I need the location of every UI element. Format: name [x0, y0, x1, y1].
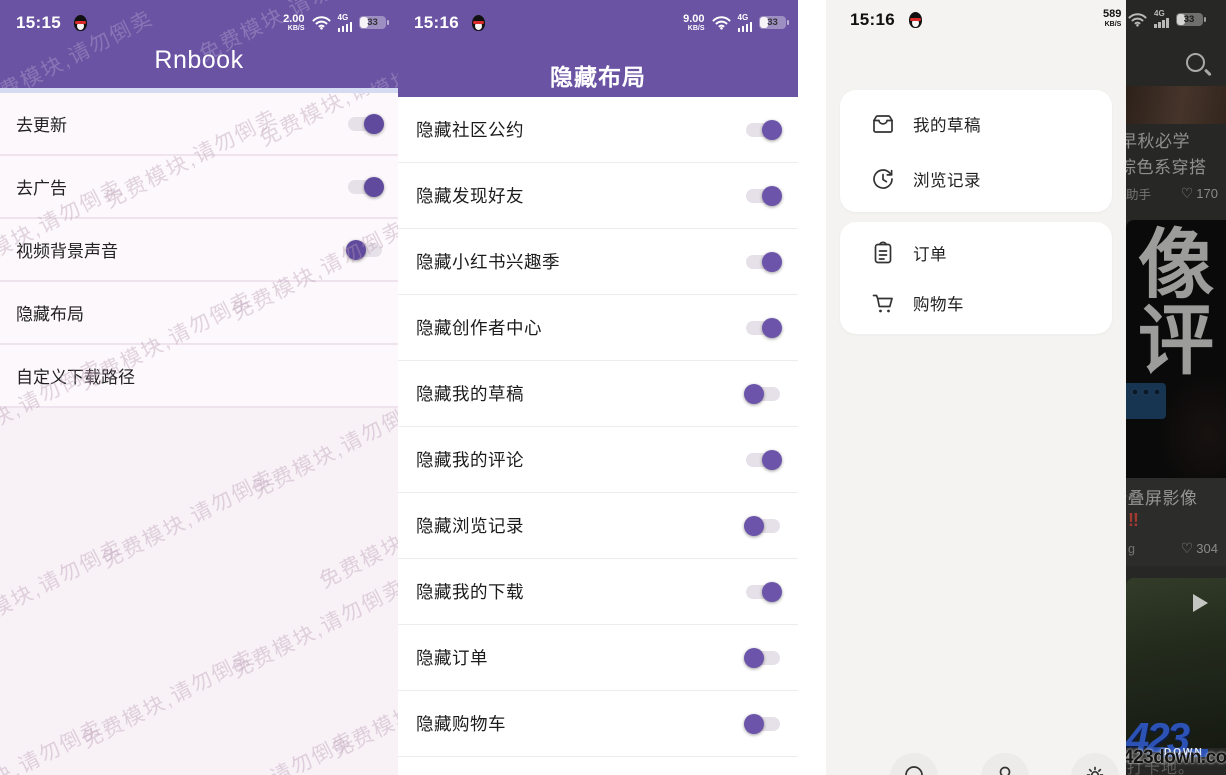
row-hide-community-rules[interactable]: 隐藏社区公约 [398, 97, 798, 163]
toggle-hide-my-drafts[interactable] [744, 383, 782, 405]
feed-post2-meta: g ♡ 304 [1126, 540, 1226, 557]
toggle-hide-interest-season[interactable] [744, 251, 782, 273]
heart-icon: ♡ [1181, 185, 1194, 202]
like-count[interactable]: ♡ 170 [1181, 185, 1218, 202]
row-hide-history[interactable]: 隐藏浏览记录 [398, 493, 798, 559]
panel1-status-bar: 15:15 2.00KB/S 4G [0, 0, 398, 40]
author-name: g [1128, 542, 1135, 556]
row-hide-interest-season[interactable]: 隐藏小红书兴趣季 [398, 229, 798, 295]
panel-module-home: 免费模块,请勿倒卖免费模块,请勿倒卖免费模块,请勿倒卖 15:15 2.00KB… [0, 0, 398, 775]
row-hide-orders[interactable]: 隐藏订单 [398, 625, 798, 691]
wifi-icon [1128, 12, 1147, 27]
setting-row-download-path[interactable]: 自定义下载路径 [0, 345, 398, 408]
person-icon [993, 763, 1017, 775]
toggle-hide-cart[interactable] [744, 713, 782, 735]
clock: 15:15 [16, 13, 61, 33]
drawer-surface: 15:16 589KB/S 我的草稿 [826, 0, 1126, 775]
inbox-icon [870, 111, 896, 137]
menu-item-history[interactable]: 浏览记录 [840, 151, 1112, 206]
menu-item-cart[interactable]: 购物车 [840, 278, 1112, 328]
search-icon[interactable] [1186, 53, 1212, 79]
feed-post2-title: 折叠屏影像 [1126, 484, 1198, 509]
panel2-header: 15:16 9.00KB/S 4G [398, 0, 798, 97]
feed-post1-title-line1: 早秋必学 [1126, 127, 1190, 152]
cart-icon [870, 290, 896, 316]
site-domain: 423down.com [1126, 747, 1226, 769]
settings-button[interactable] [1071, 753, 1119, 775]
qq-penguin-icon [908, 12, 923, 29]
author-name: 助手 [1126, 184, 1151, 203]
menu-item-orders[interactable]: 订单 [840, 228, 1112, 278]
post2-overlay-text: 评 [1126, 304, 1226, 380]
panel1-header: 免费模块,请勿倒卖免费模块,请勿倒卖免费模块,请勿倒卖 15:15 2.00KB… [0, 0, 398, 88]
play-icon [1193, 594, 1208, 612]
history-icon [870, 166, 896, 192]
setting-row-hide-layout[interactable]: 隐藏布局 [0, 282, 398, 345]
toggle-update[interactable] [346, 113, 384, 135]
heart-icon: ♡ [1181, 540, 1194, 557]
orders-icon [870, 240, 896, 266]
row-hide-my-comments[interactable]: 隐藏我的评论 [398, 427, 798, 493]
drawer-menu-card-top: 我的草稿 浏览记录 [840, 90, 1112, 212]
toggle-hide-find-friends[interactable] [744, 185, 782, 207]
row-hide-find-friends[interactable]: 隐藏发现好友 [398, 163, 798, 229]
toggle-hide-orders[interactable] [744, 647, 782, 669]
network-speed: 2.00KB/S [283, 14, 304, 33]
feed-post2-emphasis: ‼ [1128, 510, 1139, 531]
row-hide-my-drafts[interactable]: 隐藏我的草稿 [398, 361, 798, 427]
like-count[interactable]: ♡ 304 [1181, 540, 1218, 557]
toggle-hide-my-comments[interactable] [744, 449, 782, 471]
toggle-hide-community-rules[interactable] [744, 119, 782, 141]
panel-hide-layout: 15:16 9.00KB/S 4G [398, 0, 798, 775]
network-speed: 589KB/S [1103, 9, 1121, 28]
wifi-icon [712, 15, 731, 30]
page-title: 隐藏布局 [398, 58, 798, 92]
menu-item-my-drafts[interactable]: 我的草稿 [840, 96, 1112, 151]
toggle-video-bg-sound[interactable] [346, 239, 384, 261]
cellular-signal-icon: 4G [738, 14, 753, 32]
feed-post2-image[interactable]: 像 评 [1126, 220, 1226, 478]
panel2-status-bar: 15:16 9.00KB/S 4G [398, 0, 798, 40]
hide-layout-list: 隐藏社区公约 隐藏发现好友 隐藏小红书兴趣季 隐藏创作者中心 隐藏我的草稿 隐藏… [398, 97, 798, 757]
setting-row-update[interactable]: 去更新 [0, 93, 398, 156]
clock: 15:16 [414, 13, 459, 33]
battery-icon: 33 [1176, 13, 1203, 26]
toggle-remove-ads[interactable] [346, 176, 384, 198]
row-hide-creator-center[interactable]: 隐藏创作者中心 [398, 295, 798, 361]
battery-icon: 33 [759, 16, 786, 29]
qq-penguin-icon [471, 15, 486, 32]
panel1-settings-list: 去更新 去广告 视频背景声音 隐藏布局 自定义下载路径 [0, 93, 398, 775]
phone-camera-thumbnail [1126, 383, 1166, 419]
service-button[interactable] [890, 753, 938, 775]
gear-icon [1083, 763, 1107, 775]
profile-button[interactable] [981, 753, 1029, 775]
toggle-hide-history[interactable] [744, 515, 782, 537]
panel-app-drawer: 15:16 589KB/S 我的草稿 [798, 0, 1226, 775]
setting-row-remove-ads[interactable]: 去广告 [0, 156, 398, 219]
qq-penguin-icon [73, 15, 88, 32]
headset-icon [902, 763, 926, 775]
toggle-hide-creator-center[interactable] [744, 317, 782, 339]
feed-post1-meta: 助手 ♡ 170 [1126, 184, 1226, 203]
panel3-status-left: 15:16 [850, 10, 923, 30]
screenshot-root: 免费模块,请勿倒卖免费模块,请勿倒卖免费模块,请勿倒卖 15:15 2.00KB… [0, 0, 1226, 775]
clock: 15:16 [850, 10, 895, 30]
cellular-signal-icon: 4G [338, 14, 353, 32]
row-hide-cart[interactable]: 隐藏购物车 [398, 691, 798, 757]
page-title: Rnbook [0, 46, 398, 75]
battery-icon: 33 [359, 16, 386, 29]
network-speed: 9.00KB/S [683, 14, 704, 33]
wifi-icon [312, 15, 331, 30]
feed-post1-image[interactable] [1126, 86, 1226, 124]
setting-row-video-bg-sound[interactable]: 视频背景声音 [0, 219, 398, 282]
cellular-signal-icon: 4G [1154, 10, 1169, 28]
row-hide-my-downloads[interactable]: 隐藏我的下载 [398, 559, 798, 625]
feed-post1-title-line2: 棕色系穿搭 [1126, 153, 1207, 178]
dimmed-feed-backdrop[interactable]: 4G 33 早秋必学 棕色系穿搭 助手 ♡ 170 像 评 [1126, 0, 1226, 775]
drawer-menu-card-bottom: 订单 购物车 [840, 222, 1112, 334]
post2-overlay-text: 像 [1126, 228, 1226, 304]
toggle-hide-my-downloads[interactable] [744, 581, 782, 603]
